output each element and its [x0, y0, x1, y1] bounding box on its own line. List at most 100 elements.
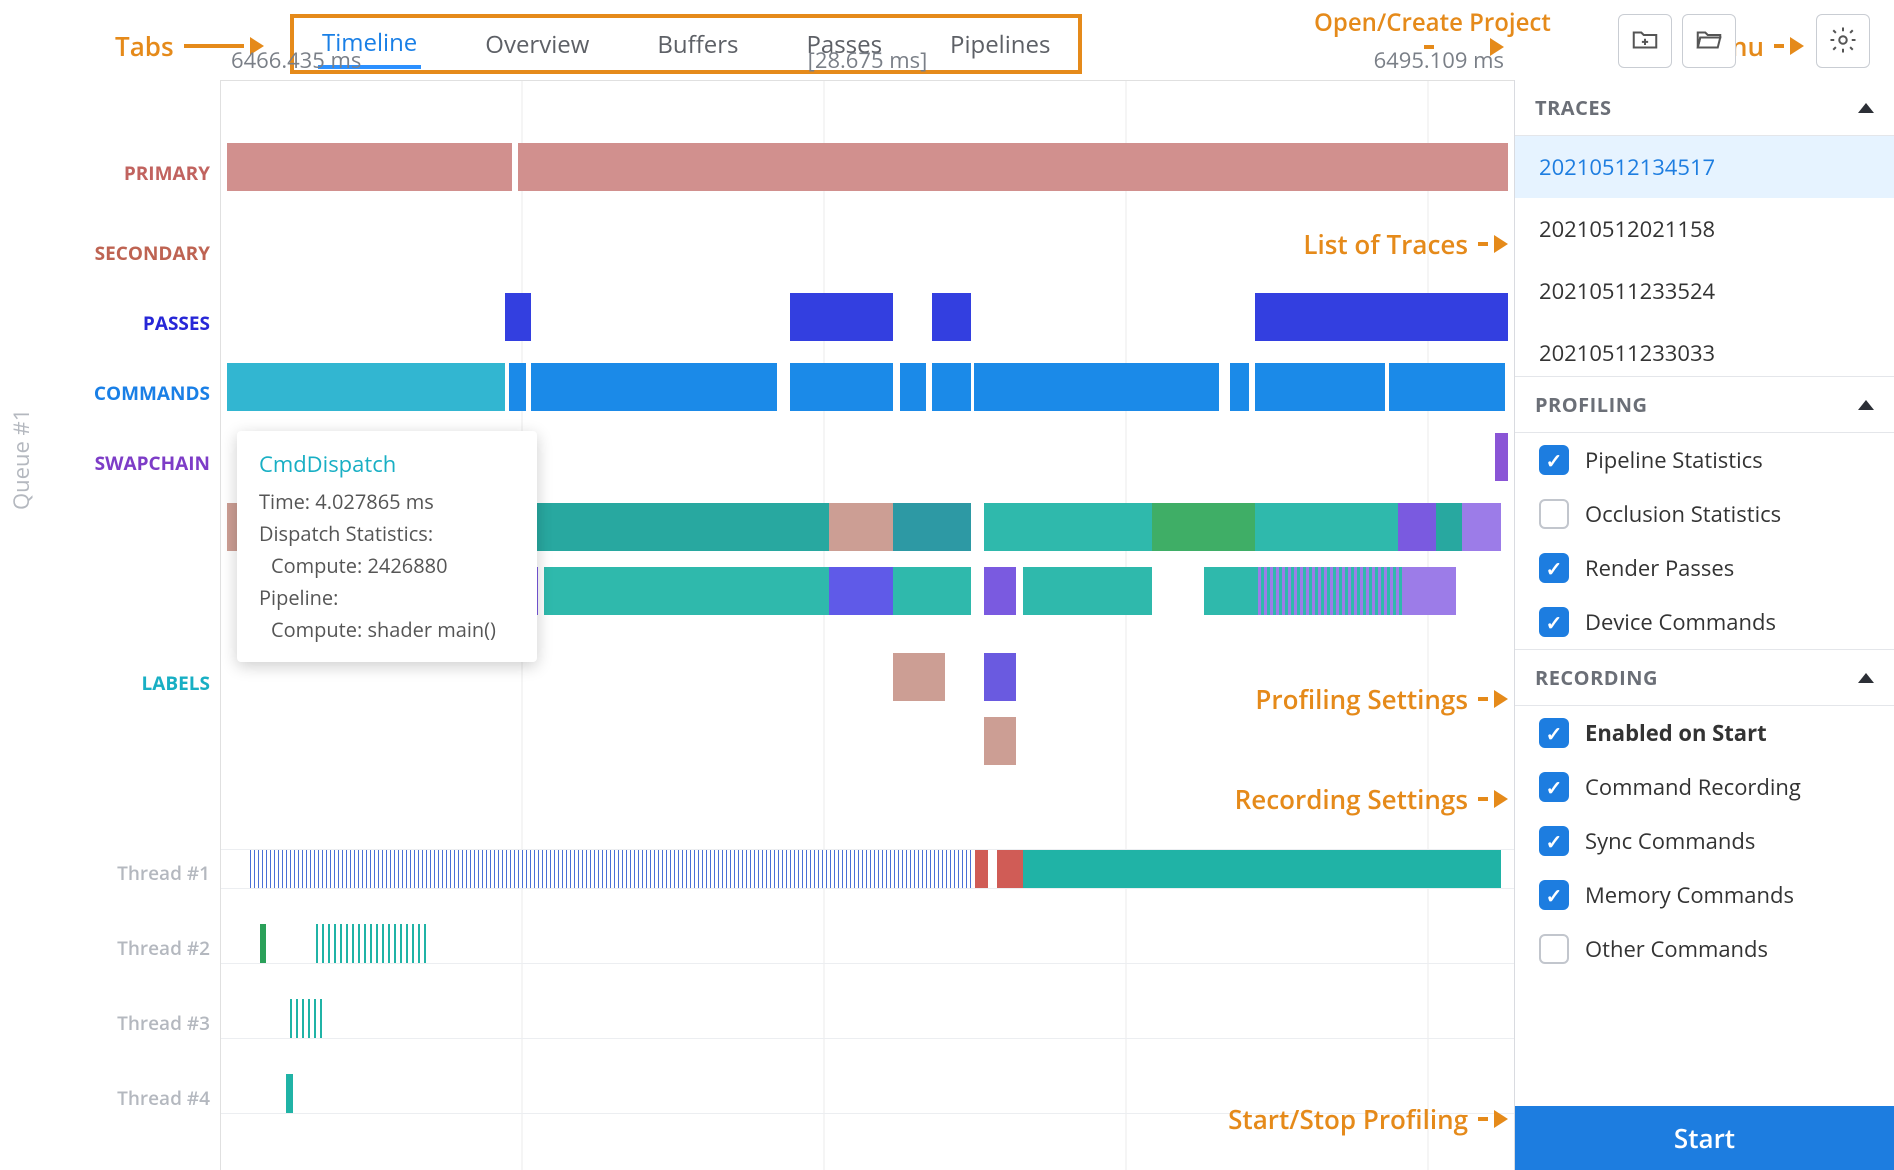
open-project-button[interactable]: [1682, 14, 1736, 68]
thread4-seg[interactable]: [286, 1074, 294, 1113]
row-thread-4[interactable]: [221, 1074, 1514, 1114]
chk-render-passes[interactable]: Render Passes: [1515, 541, 1894, 595]
row-primary[interactable]: [221, 143, 1514, 191]
commands-seg[interactable]: [1389, 363, 1505, 411]
annotation-open-create: Open/Create Project: [1314, 10, 1484, 36]
chk-other-commands[interactable]: Other Commands: [1515, 922, 1894, 976]
tooltip-pipe-h: Pipeline:: [259, 582, 515, 614]
row-label-labels: LABELS: [142, 670, 210, 696]
panel-header-profiling[interactable]: PROFILING: [1515, 376, 1894, 433]
track-seg[interactable]: [893, 567, 971, 615]
time-duration: [28.675 ms]: [808, 45, 928, 75]
passes-seg[interactable]: [932, 293, 971, 341]
track-seg[interactable]: [1398, 503, 1437, 551]
track-seg[interactable]: [1023, 567, 1152, 615]
labels-seg[interactable]: [893, 653, 945, 701]
checkbox-icon: [1539, 553, 1569, 583]
commands-seg[interactable]: [531, 363, 777, 411]
track-seg[interactable]: [1462, 503, 1501, 551]
row-label-commands: COMMANDS: [94, 380, 210, 406]
chk-memory-commands[interactable]: Memory Commands: [1515, 868, 1894, 922]
thread1-seg[interactable]: [1023, 850, 1501, 888]
row-label-thread-4: Thread #4: [117, 1085, 210, 1111]
chk-label: Other Commands: [1585, 934, 1768, 964]
passes-seg[interactable]: [790, 293, 893, 341]
tooltip-pipe-v: Compute: shader main(): [259, 614, 515, 646]
new-project-button[interactable]: [1618, 14, 1672, 68]
passes-seg[interactable]: [505, 293, 531, 341]
chevron-up-icon: [1858, 103, 1874, 113]
time-end: 6495.109 ms: [1374, 45, 1504, 75]
traces-list: 20210512134517 20210512021158 2021051123…: [1515, 136, 1894, 376]
passes-seg[interactable]: [1255, 293, 1507, 341]
track-seg[interactable]: [1436, 503, 1462, 551]
menu-button[interactable]: [1816, 14, 1870, 68]
trace-item[interactable]: 20210511233524: [1515, 260, 1894, 322]
primary-seg[interactable]: [518, 143, 1507, 191]
chk-label: Render Passes: [1585, 553, 1734, 583]
thread3-seg[interactable]: [286, 999, 325, 1038]
checkbox-icon: [1539, 445, 1569, 475]
row-commands[interactable]: [221, 363, 1514, 411]
track-seg[interactable]: [984, 503, 1152, 551]
chk-label: Pipeline Statistics: [1585, 445, 1763, 475]
chk-label: Memory Commands: [1585, 880, 1794, 910]
checkbox-icon: [1539, 607, 1569, 637]
thread1-seg[interactable]: [975, 850, 988, 888]
chk-label: Occlusion Statistics: [1585, 499, 1781, 529]
thread1-seg[interactable]: [997, 850, 1023, 888]
tooltip-dispatch-v: Compute: 2426880: [259, 550, 515, 582]
track-seg[interactable]: [518, 503, 828, 551]
primary-seg[interactable]: [227, 143, 511, 191]
chk-label: Device Commands: [1585, 607, 1776, 637]
trace-item[interactable]: 20210512134517: [1515, 136, 1894, 198]
chk-command-recording[interactable]: Command Recording: [1515, 760, 1894, 814]
start-button[interactable]: Start: [1515, 1106, 1894, 1170]
track-seg[interactable]: [984, 567, 1016, 615]
chk-occlusion-statistics[interactable]: Occlusion Statistics: [1515, 487, 1894, 541]
row-thread-3[interactable]: [221, 999, 1514, 1039]
trace-item[interactable]: 20210512021158: [1515, 198, 1894, 260]
track-seg[interactable]: [829, 567, 894, 615]
track-seg[interactable]: [1255, 567, 1404, 615]
track-seg[interactable]: [1204, 567, 1256, 615]
swapchain-seg[interactable]: [1495, 433, 1508, 481]
panel-header-traces[interactable]: TRACES: [1515, 80, 1894, 136]
track-seg[interactable]: [1404, 567, 1456, 615]
panel-title-profiling: PROFILING: [1535, 391, 1647, 418]
row-thread-2[interactable]: [221, 924, 1514, 964]
track-seg[interactable]: [829, 503, 894, 551]
labels-seg[interactable]: [984, 653, 1016, 701]
panel-title-recording: RECORDING: [1535, 664, 1658, 691]
labels-seg[interactable]: [984, 717, 1016, 765]
row-label-thread-2: Thread #2: [117, 935, 210, 961]
commands-seg[interactable]: [266, 363, 505, 411]
timeline-surface[interactable]: 6466.435 ms [28.675 ms] 6495.109 ms: [220, 80, 1514, 1170]
header-icons: [1618, 14, 1870, 68]
row-thread-1[interactable]: [221, 849, 1514, 889]
commands-seg[interactable]: [900, 363, 926, 411]
track-seg[interactable]: [544, 567, 828, 615]
commands-seg[interactable]: [1230, 363, 1249, 411]
commands-seg[interactable]: [790, 363, 893, 411]
thread2-seg[interactable]: [312, 924, 428, 963]
track-seg[interactable]: [1255, 503, 1397, 551]
track-seg[interactable]: [1152, 503, 1255, 551]
panel-header-recording[interactable]: RECORDING: [1515, 649, 1894, 706]
chk-sync-commands[interactable]: Sync Commands: [1515, 814, 1894, 868]
commands-seg[interactable]: [1255, 363, 1384, 411]
chk-pipeline-statistics[interactable]: Pipeline Statistics: [1515, 433, 1894, 487]
trace-item[interactable]: 20210511233033: [1515, 322, 1894, 376]
row-passes[interactable]: [221, 293, 1514, 341]
thread2-seg[interactable]: [260, 924, 266, 963]
row-label-thread-1: Thread #1: [117, 860, 210, 886]
commands-seg[interactable]: [974, 363, 1220, 411]
commands-seg[interactable]: [227, 363, 266, 411]
chk-device-commands[interactable]: Device Commands: [1515, 595, 1894, 649]
track-seg[interactable]: [893, 503, 971, 551]
commands-seg[interactable]: [509, 363, 526, 411]
row-labels-b[interactable]: [221, 717, 1514, 765]
commands-seg[interactable]: [932, 363, 971, 411]
chk-enabled-on-start[interactable]: Enabled on Start: [1515, 706, 1894, 760]
thread1-stripes[interactable]: [247, 850, 971, 888]
